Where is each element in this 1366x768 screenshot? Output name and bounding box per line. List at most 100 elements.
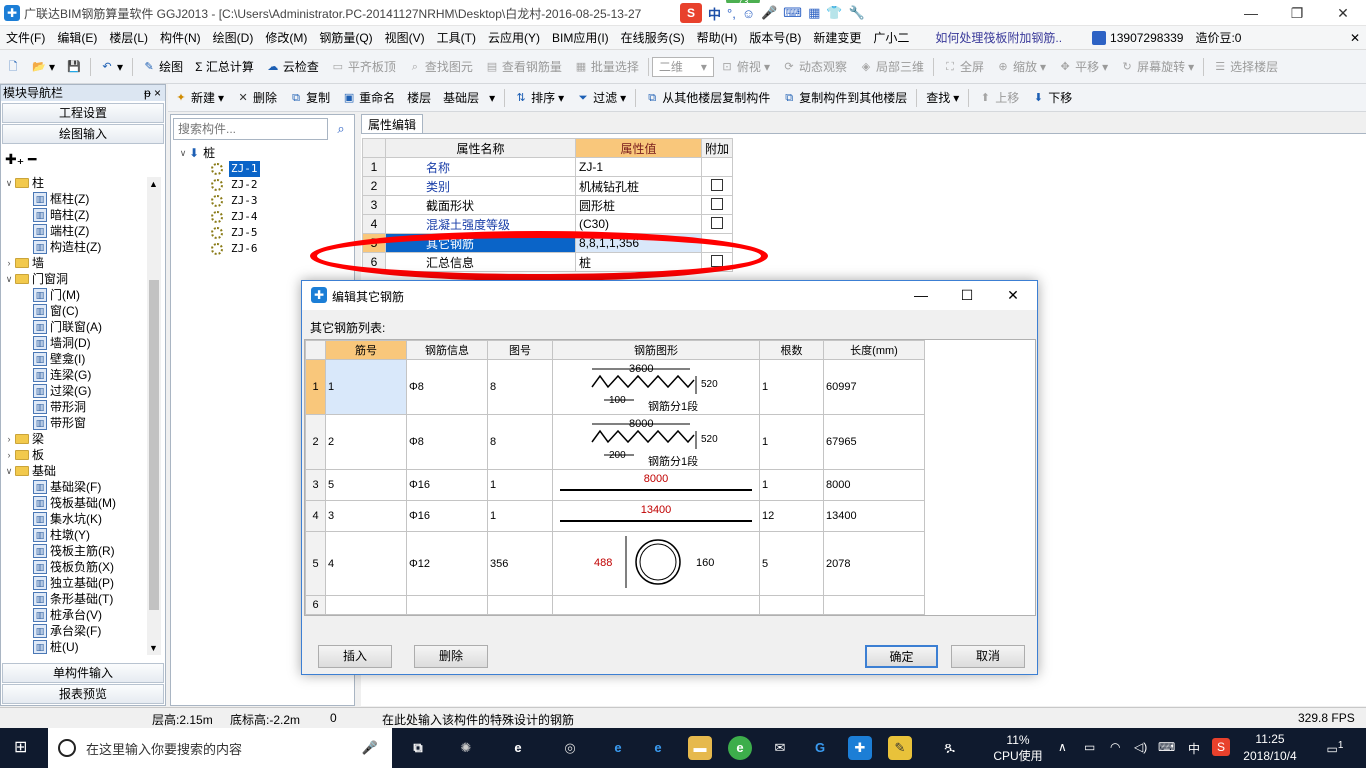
ie-icon-2[interactable]: e — [646, 736, 670, 760]
count-cell[interactable]: 12 — [759, 500, 824, 532]
expand-collapse-icons[interactable]: ✚₊ ━ — [5, 151, 36, 168]
single-component-button[interactable]: 单构件输入 — [2, 663, 164, 683]
count-cell[interactable]: 1 — [759, 359, 824, 415]
ok-button[interactable]: 确定 — [865, 645, 938, 668]
length-cell[interactable]: 60997 — [823, 359, 925, 415]
bar-no-cell[interactable]: 3 — [325, 500, 407, 532]
shirt-icon[interactable]: 👕 — [826, 5, 842, 21]
green-app-icon[interactable]: e — [728, 736, 752, 760]
emoji-icon[interactable]: ☺ — [742, 6, 755, 21]
user-account[interactable]: 13907298339 — [1086, 26, 1189, 50]
fig-no-cell[interactable]: 1 — [487, 500, 553, 532]
count-cell[interactable]: 5 — [759, 531, 824, 596]
bar-info-cell[interactable]: Φ16 — [406, 469, 488, 501]
minimize-button[interactable]: — — [1228, 0, 1274, 26]
count-cell[interactable]: 1 — [759, 414, 824, 470]
summary-calc-button[interactable]: Σ 汇总计算 — [189, 56, 260, 78]
find-element-button[interactable]: ⌕ 查找图元 — [402, 56, 479, 78]
punctuation-icon[interactable]: °, — [727, 6, 736, 21]
undo-icon[interactable]: ↶ ▾ — [94, 56, 129, 78]
nav-folder[interactable]: › 梁 — [3, 431, 147, 447]
delete-component-button[interactable]: ✕ 删除 — [230, 87, 283, 109]
ie-browser-icon[interactable]: e — [506, 736, 530, 760]
nav-leaf[interactable]: ▥ 集水坑(K) — [3, 511, 147, 527]
view-rebar-button[interactable]: ▤ 查看钢筋量 — [479, 56, 568, 78]
fig-no-cell[interactable]: 1 — [487, 469, 553, 501]
ime-toolbar[interactable]: S 中 °, ☺ 🎤 ⌨ ▦ 👕 🔧 — [680, 3, 865, 23]
bar-shape-cell[interactable] — [552, 595, 760, 615]
bar-info-cell[interactable] — [406, 595, 488, 615]
volume-icon[interactable]: ◁) — [1134, 740, 1147, 754]
menu-item[interactable]: 工具(T) — [431, 26, 482, 50]
align-slab-top-button[interactable]: ▭ 平齐板顶 — [325, 56, 402, 78]
microphone-icon[interactable]: 🎤 — [362, 740, 378, 756]
component-item[interactable]: ZJ-5 — [211, 225, 351, 241]
length-cell[interactable]: 2078 — [823, 531, 925, 596]
rename-button[interactable]: ▣ 重命名 — [336, 87, 401, 109]
component-search-input[interactable] — [173, 118, 328, 140]
fan-app-icon[interactable]: ✺ — [454, 736, 478, 760]
property-value[interactable]: 圆形桩 — [575, 195, 702, 215]
new-file-icon[interactable]: 🗋 — [0, 56, 26, 78]
nav-leaf[interactable]: ▥ 桩(U) — [3, 639, 147, 655]
expand-icon[interactable]: › — [3, 431, 15, 447]
nav-leaf[interactable]: ▥ 条形基础(T) — [3, 591, 147, 607]
close-button[interactable]: ✕ — [1320, 0, 1366, 26]
menu-item[interactable]: 钢筋量(Q) — [313, 26, 378, 50]
copy-from-floor-button[interactable]: ⧉ 从其他楼层复制构件 — [639, 87, 776, 109]
battery-icon[interactable]: ▭ — [1084, 740, 1095, 754]
bar-shape-cell[interactable]: 3600 520 100 钢筋分1段 — [552, 359, 760, 415]
zoom-button[interactable]: ⊕ 缩放 ▾ — [990, 56, 1052, 78]
nav-leaf[interactable]: ▥ 墙洞(D) — [3, 335, 147, 351]
search-icon[interactable]: ⌕ — [330, 118, 352, 140]
wifi-icon[interactable]: ◠ — [1110, 740, 1120, 754]
local-3d-button[interactable]: ◈ 局部三维 — [853, 56, 930, 78]
collapse-icon[interactable]: ∨ — [3, 175, 15, 191]
dialog-maximize-button[interactable]: ☐ — [944, 281, 990, 310]
nav-leaf[interactable]: ▥ 承台梁(F) — [3, 623, 147, 639]
notes-app-icon[interactable]: ✎ — [888, 736, 912, 760]
nav-folder[interactable]: › 板 — [3, 447, 147, 463]
ime-tray[interactable]: 中 — [1188, 740, 1200, 757]
bar-shape-cell[interactable]: 8000 — [552, 469, 760, 501]
tray-arrow-icon[interactable]: ∧ — [1058, 740, 1067, 754]
nav-leaf[interactable]: ▥ 门(M) — [3, 287, 147, 303]
rebar-row[interactable]: 5 4 Φ12 356 488 160 5 2078 — [305, 531, 925, 596]
nav-leaf[interactable]: ▥ 门联窗(A) — [3, 319, 147, 335]
bar-no-cell[interactable]: 2 — [325, 414, 407, 470]
app-g-icon[interactable]: G — [808, 736, 832, 760]
floor-select[interactable]: 基础层 ▾ — [437, 87, 501, 109]
find-button[interactable]: 查找 ▾ — [920, 87, 965, 109]
nav-pin-close-icon[interactable]: ᵽ × — [144, 85, 161, 101]
top-view-button[interactable]: ⊡ 俯视 ▾ — [714, 56, 776, 78]
clock[interactable]: 11:25 2018/10/4 — [1240, 731, 1300, 765]
bar-info-cell[interactable]: Φ8 — [406, 359, 488, 415]
move-up-button[interactable]: ⬆ 上移 — [972, 87, 1025, 109]
property-row[interactable]: 1 名称 ZJ-1 — [362, 157, 734, 177]
menu-item[interactable]: BIM应用(I) — [546, 26, 615, 50]
scroll-up-icon[interactable]: ▲ — [149, 179, 158, 189]
bar-info-cell[interactable]: Φ12 — [406, 531, 488, 596]
bar-shape-cell[interactable]: 13400 — [552, 500, 760, 532]
people-icon[interactable]: ጿ — [944, 738, 955, 755]
nav-folder[interactable]: ∨ 柱 — [3, 175, 147, 191]
insert-button[interactable]: 插入 — [318, 645, 392, 668]
bar-info-cell[interactable]: Φ8 — [406, 414, 488, 470]
bar-no-cell[interactable]: 4 — [325, 531, 407, 596]
nav-leaf[interactable]: ▥ 连梁(G) — [3, 367, 147, 383]
rebar-row[interactable]: 1 1 Φ8 8 3600 520 100 钢筋分1段 1 60997 — [305, 359, 925, 415]
property-row[interactable]: 3 截面形状 圆形桩 — [362, 195, 734, 215]
length-cell[interactable]: 67965 — [823, 414, 925, 470]
component-item[interactable]: ZJ-4 — [211, 209, 351, 225]
notification-center[interactable]: ▭1 — [1326, 740, 1344, 756]
nav-folder[interactable]: ∨ 基础 — [3, 463, 147, 479]
bar-info-cell[interactable]: Φ16 — [406, 500, 488, 532]
collapse-icon[interactable]: ∨ — [3, 271, 15, 287]
fullscreen-button[interactable]: ⛶ 全屏 — [937, 56, 990, 78]
app-icon-3[interactable]: ◎ — [558, 736, 582, 760]
menu-item[interactable]: 云应用(Y) — [482, 26, 546, 50]
view-2d-select[interactable]: 二维 ▾ — [651, 56, 714, 77]
rebar-row[interactable]: 2 2 Φ8 8 8000 520 200 钢筋分1段 1 67965 — [305, 414, 925, 470]
menu-close-icon[interactable]: ✕ — [1344, 26, 1366, 50]
property-value[interactable]: ZJ-1 — [575, 157, 702, 177]
